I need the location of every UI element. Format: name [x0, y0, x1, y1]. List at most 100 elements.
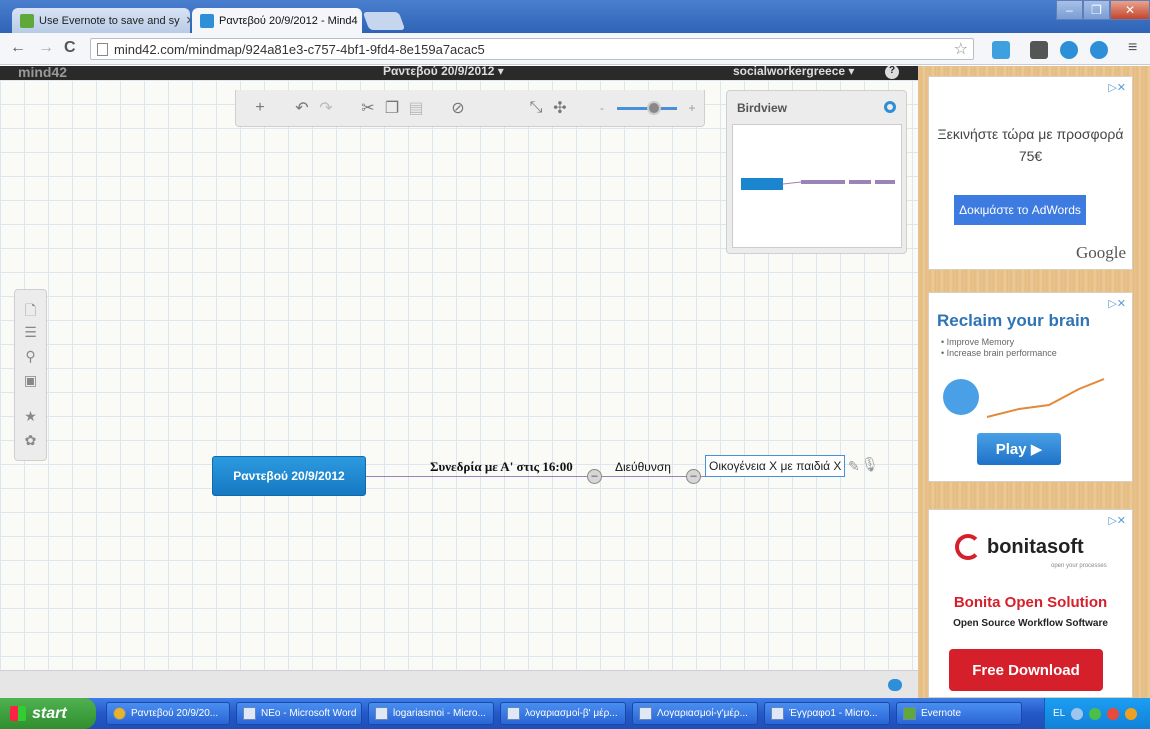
help-icon[interactable]: ?: [885, 66, 899, 79]
task-label: λογαριασμοί-β' μέρ...: [525, 708, 618, 719]
forward-icon[interactable]: →: [38, 39, 54, 57]
minimap-node: [801, 180, 845, 184]
collapse-toggle[interactable]: –: [587, 469, 602, 484]
bonitasoft-logo-text: bonitasoft: [987, 535, 1084, 558]
node-session[interactable]: Συνεδρία με Α' στις 16:00: [430, 459, 573, 475]
document-icon[interactable]: 🗋: [15, 300, 46, 324]
ad-button[interactable]: Free Download: [949, 649, 1103, 691]
tray-icon[interactable]: [1125, 707, 1138, 720]
tab-evernote[interactable]: Use Evernote to save and sy ✕: [12, 8, 190, 33]
brain-chart-image: [943, 378, 1105, 418]
redo-icon[interactable]: ↷: [314, 98, 338, 118]
root-node[interactable]: Ραντεβού 20/9/2012: [212, 456, 366, 496]
evernote-extension-icon[interactable]: [1030, 41, 1048, 59]
word-icon: [243, 707, 256, 720]
palette-icon[interactable]: ✿: [15, 432, 46, 449]
zoom-in-icon[interactable]: +: [680, 101, 704, 115]
cut-icon[interactable]: ✂: [356, 98, 380, 118]
cloud-sync-icon: [888, 679, 902, 691]
bonitasoft-logo: bonitasoft: [955, 534, 1084, 560]
user-menu[interactable]: socialworkergreece ▾: [733, 66, 854, 78]
tab-label: Use Evernote to save and sy: [39, 14, 180, 27]
ad-bonita[interactable]: ▷✕ bonitasoft open your processes Bonita…: [928, 509, 1133, 698]
ad-adwords[interactable]: ▷✕ Ξεκινήστε τώρα με προσφορά 75€ Δοκιμά…: [928, 76, 1133, 270]
address-bar[interactable]: mind42.com/mindmap/924a81e3-c757-4bf1-9f…: [90, 38, 974, 60]
image-icon[interactable]: ▣: [15, 372, 46, 389]
close-window-button[interactable]: ✕: [1110, 0, 1150, 20]
close-icon[interactable]: ✕: [180, 14, 190, 27]
node-address[interactable]: Διεύθυνση: [615, 460, 671, 474]
microphone-icon[interactable]: 🎙: [861, 456, 879, 473]
link-icon[interactable]: ⚲: [15, 348, 46, 365]
zoom-slider[interactable]: - +: [590, 100, 704, 115]
taskbar-item-word[interactable]: λογαριασμοί-β' μέρ...: [500, 702, 626, 725]
expand-all-icon[interactable]: ✣: [548, 98, 572, 118]
ad-brain[interactable]: ▷✕ Reclaim your brain • Improve Memory •…: [928, 292, 1133, 482]
node-edit-text: Οικογένεια Χ με παιδιά Χ: [709, 459, 842, 473]
restore-button[interactable]: ❐: [1083, 0, 1110, 20]
tab-mind42[interactable]: Ραντεβού 20/9/2012 - Mind4 ✕: [192, 8, 362, 33]
tray-icon[interactable]: [1107, 707, 1120, 720]
ad-title: Bonita Open Solution: [953, 594, 1108, 611]
adchoices-icon[interactable]: ▷✕: [1108, 514, 1126, 527]
tray-icon[interactable]: [1071, 707, 1084, 720]
zoom-track: [617, 100, 677, 115]
zoom-out-icon[interactable]: -: [590, 101, 614, 115]
taskbar-item-word[interactable]: Λογαριασμοί-γ'μέρ...: [632, 702, 758, 725]
add-node-icon[interactable]: +: [248, 99, 272, 117]
windows-taskbar: start Ραντεβού 20/9/20... NEo - Microsof…: [0, 698, 1150, 729]
ad-bullet: • Improve Memory: [941, 337, 1015, 347]
document-title[interactable]: Ραντεβού 20/9/2012 ▾: [383, 66, 504, 78]
taskbar-item-word[interactable]: Έγγραφο1 - Micro...: [764, 702, 890, 725]
collapse-all-icon[interactable]: ⤡: [524, 99, 548, 117]
skype-extension-icon[interactable]: [992, 41, 1010, 59]
close-icon[interactable]: ✕: [358, 14, 362, 27]
adchoices-icon[interactable]: ▷✕: [1108, 297, 1126, 310]
task-label: Ραντεβού 20/9/20...: [131, 708, 219, 719]
windows-flag-icon: [10, 706, 26, 721]
start-button[interactable]: start: [0, 698, 96, 729]
minimize-button[interactable]: –: [1056, 0, 1083, 20]
extension-icon[interactable]: [1090, 41, 1108, 59]
copy-icon[interactable]: ❐: [380, 98, 404, 118]
minimap-edge: [782, 181, 802, 185]
taskbar-item-word[interactable]: logariasmoi - Micro...: [368, 702, 494, 725]
paste-icon[interactable]: ▤: [404, 98, 428, 118]
bonitasoft-swirl-icon: [955, 534, 981, 560]
language-indicator[interactable]: EL: [1053, 708, 1065, 719]
page-icon: [97, 42, 108, 56]
zoom-knob[interactable]: [647, 100, 661, 115]
collapse-toggle[interactable]: –: [686, 469, 701, 484]
node-edit-field[interactable]: Οικογένεια Χ με παιδιά Χ: [705, 455, 846, 477]
ad-button[interactable]: Play ▶: [977, 433, 1061, 465]
browser-tabbar: Use Evernote to save and sy ✕ Ραντεβού 2…: [0, 0, 1150, 33]
ad-button[interactable]: Δοκιμάστε το AdWords: [954, 195, 1086, 225]
back-icon[interactable]: ←: [10, 39, 26, 57]
minimap-node: [849, 180, 871, 184]
edit-toolbar: + ↶ ↷ ✂ ❐ ▤ ⊘ ⤡ ✣ - +: [235, 90, 705, 127]
ad-bullet: • Increase brain performance: [941, 348, 1057, 358]
new-tab-button[interactable]: [362, 12, 406, 30]
tray-icon[interactable]: [1089, 707, 1102, 720]
mind42-favicon-icon: [200, 13, 214, 28]
list-icon[interactable]: ☰: [15, 324, 46, 341]
menu-icon[interactable]: ≡: [1128, 39, 1137, 57]
taskbar-item-word[interactable]: NEo - Microsoft Word: [236, 702, 362, 725]
bookmark-star-icon[interactable]: ☆: [954, 39, 968, 59]
pencil-icon[interactable]: ✎: [848, 458, 860, 475]
star-icon[interactable]: ★: [15, 408, 46, 425]
ad-column: ▷✕ Ξεκινήστε τώρα με προσφορά 75€ Δοκιμά…: [918, 66, 1150, 698]
adchoices-icon[interactable]: ▷✕: [1108, 81, 1126, 94]
chrome-icon: [113, 707, 126, 720]
reload-icon[interactable]: C: [64, 39, 76, 57]
eye-icon[interactable]: [884, 101, 896, 113]
birdview-minimap[interactable]: [732, 124, 902, 248]
undo-icon[interactable]: ↶: [290, 98, 314, 118]
extension-icon[interactable]: [1060, 41, 1078, 59]
taskbar-item-chrome[interactable]: Ραντεβού 20/9/20...: [106, 702, 230, 725]
minimap-node: [875, 180, 895, 184]
delete-icon[interactable]: ⊘: [446, 98, 470, 118]
ad-bullets: • Improve Memory • Increase brain perfor…: [941, 337, 1057, 359]
ad-title: Reclaim your brain: [937, 311, 1091, 330]
taskbar-item-evernote[interactable]: Evernote: [896, 702, 1022, 725]
